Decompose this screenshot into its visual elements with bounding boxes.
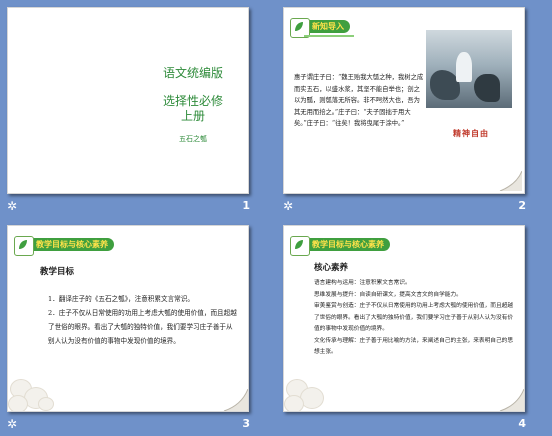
slide-number: 3: [242, 417, 250, 430]
list-item: 1．翻译庄子的《五石之瓠》，注意积累文言常识。: [48, 295, 194, 303]
slide-1[interactable]: 语文统编版 选择性必修 上册 五石之瓠: [7, 7, 249, 194]
blossom-decoration-icon: [284, 359, 344, 411]
slide-1-subtitle: 选择性必修 上册: [148, 94, 238, 124]
slide-1-subtitle-line1: 选择性必修: [162, 94, 223, 108]
slide-1-subtitle-line2: 上册: [180, 109, 205, 123]
slide-3[interactable]: 教学目标与核心素养 教学目标 1．翻译庄子的《五石之瓠》，注意积累文言常识。 2…: [7, 225, 249, 412]
slide-1-title: 语文统编版: [162, 66, 223, 80]
star-icon: ✲: [7, 199, 18, 213]
landscape-painting-image: [426, 30, 512, 108]
banner-underline: [304, 35, 354, 37]
leaf-icon: [290, 236, 310, 256]
slide-2-body-text: 惠子谓庄子曰：“魏王贻我大瓠之种，我树之成而实五石，以盛水浆，其坚不能自举也；剖…: [294, 74, 424, 127]
slide-4-subtitle: 核心素养: [314, 263, 349, 273]
slide-1-lesson-title: 五石之瓠: [179, 135, 207, 143]
page-curl-icon: [499, 389, 524, 411]
page-curl-icon: [223, 389, 248, 411]
banner-label: 教学目标与核心素养: [28, 238, 114, 251]
page-curl-icon: [499, 171, 522, 191]
list-item: 2．庄子不仅从日常使用的功用上考虑大瓠的使用价值，而且超越了世俗的眼界。看出了大…: [48, 309, 237, 345]
slide-4[interactable]: 教学目标与核心素养 核心素养 语言建构与运用：注意积累文言常识。 思维发展与提升…: [283, 225, 525, 412]
slide-number: 4: [518, 417, 526, 430]
slide-4-body: 语言建构与运用：注意积累文言常识。 思维发展与提升：自读自研课文，提高文言文的自…: [314, 278, 518, 359]
slide-3-subtitle: 教学目标: [40, 267, 75, 277]
leaf-icon: [14, 236, 34, 256]
list-item: 文化传承与理解：庄子善于用比喻的方法，来阐述自己的主张，来表明自己的思想主张。: [314, 337, 514, 356]
list-item: 思维发展与提升：自读自研课文，提高文言文的自学能力。: [314, 291, 462, 298]
highlight-text: 精神自由: [453, 129, 489, 138]
slide-number: 1: [242, 199, 250, 212]
banner-label: 新知导入: [304, 20, 350, 33]
slide-number: 2: [518, 199, 526, 212]
slide-2[interactable]: 新知导入 惠子谓庄子曰：“魏王贻我大瓠之种，我树之成而实五石，以盛水浆，其坚不能…: [283, 7, 525, 194]
slide-3-body: 1．翻译庄子的《五石之瓠》，注意积累文言常识。 2．庄子不仅从日常使用的功用上考…: [48, 292, 238, 348]
list-item: 语言建构与运用：注意积累文言常识。: [314, 280, 411, 286]
star-icon: ✲: [283, 199, 294, 213]
banner-label: 教学目标与核心素养: [304, 238, 390, 251]
slide-thumbnail-4[interactable]: 教学目标与核心素养 核心素养 语言建构与运用：注意积累文言常识。 思维发展与提升…: [276, 218, 552, 436]
blossom-decoration-icon: [8, 359, 68, 411]
slide-thumbnail-3[interactable]: 教学目标与核心素养 教学目标 1．翻译庄子的《五石之瓠》，注意积累文言常识。 2…: [0, 218, 276, 436]
slide-thumbnail-1[interactable]: 语文统编版 选择性必修 上册 五石之瓠 ✲ 1: [0, 0, 276, 218]
star-icon: ✲: [7, 417, 18, 431]
list-item: 审美鉴赏与创造：庄子不仅从日常使用的功用上考虑大瓠的使用价值，而且超越了世俗的眼…: [314, 303, 514, 332]
slide-thumbnail-2[interactable]: 新知导入 惠子谓庄子曰：“魏王贻我大瓠之种，我树之成而实五石，以盛水浆，其坚不能…: [276, 0, 552, 218]
